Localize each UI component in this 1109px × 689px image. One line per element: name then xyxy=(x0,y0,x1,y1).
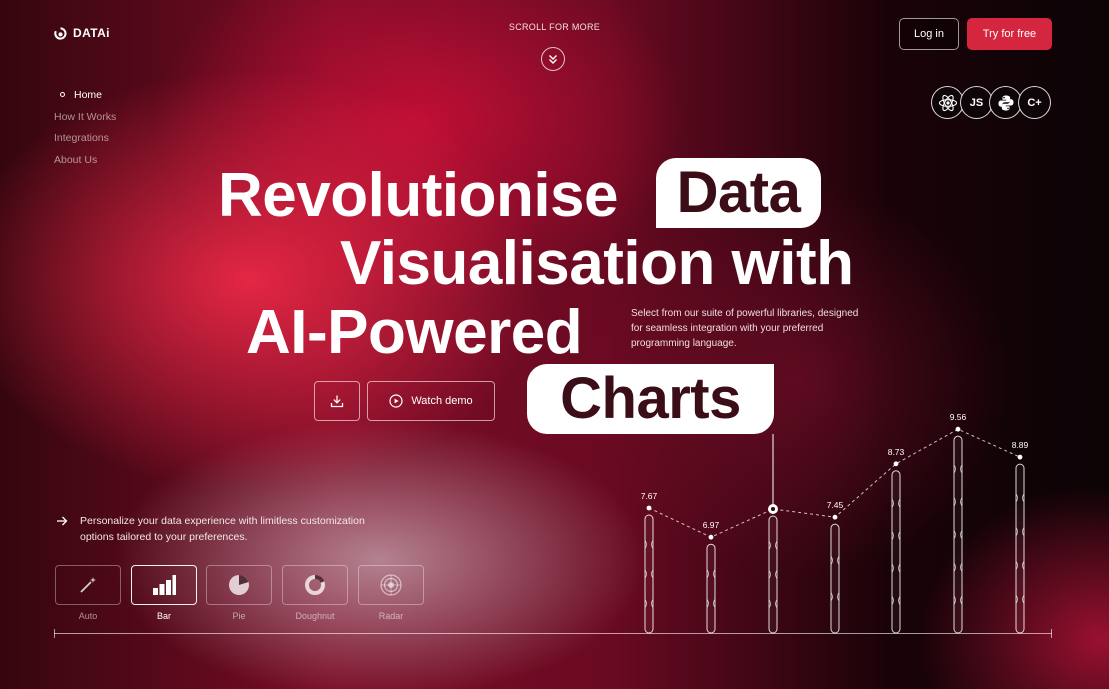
chart-bar xyxy=(706,543,716,634)
chart-point xyxy=(1017,454,1023,460)
chart-point xyxy=(955,426,961,432)
hero-bar-chart: 7.67 6.97 7.45 8.73 9.56 8.89 xyxy=(641,412,1029,634)
chart-value-label: 7.45 xyxy=(827,500,844,510)
chart-value-label: 9.56 xyxy=(950,412,967,422)
chart-point xyxy=(893,461,899,467)
chart-point xyxy=(832,514,838,520)
chart-point-highlight-core xyxy=(771,507,775,511)
chart-value-label: 8.73 xyxy=(888,447,905,457)
chart-value-label: 8.89 xyxy=(1012,440,1029,450)
chart-value-label: 7.67 xyxy=(641,491,658,501)
chart-point xyxy=(708,534,714,540)
chart-point xyxy=(646,505,652,511)
chart-value-label: 6.97 xyxy=(703,520,720,530)
chart-bar xyxy=(1015,463,1025,634)
chart-bar xyxy=(891,470,901,634)
chart-bar xyxy=(830,523,840,634)
hero-background: DATAi SCROLL FOR MORE Log in Try for fre… xyxy=(0,0,1109,689)
